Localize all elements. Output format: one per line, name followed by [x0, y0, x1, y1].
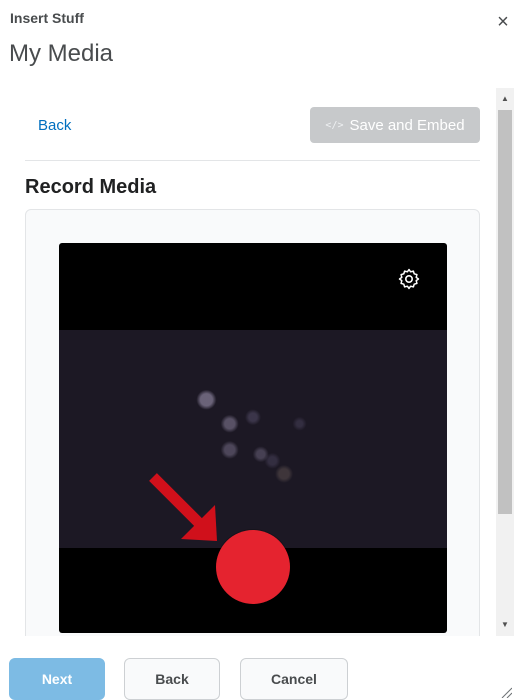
camera-feed: [59, 330, 447, 548]
close-icon[interactable]: ×: [493, 12, 513, 32]
record-button[interactable]: [216, 530, 290, 604]
scroll-thumb[interactable]: [498, 110, 512, 514]
save-and-embed-button[interactable]: </> Save and Embed: [310, 107, 480, 143]
recorder-card: [25, 209, 480, 636]
section-title: Record Media: [25, 176, 157, 198]
scrollbar[interactable]: ▲ ▼: [496, 88, 514, 636]
next-button[interactable]: Next: [9, 658, 105, 700]
content-inner: Back </> Save and Embed Record Media: [0, 88, 496, 636]
gear-icon[interactable]: [397, 267, 421, 291]
resize-grip-icon[interactable]: [500, 686, 512, 698]
dialog-header: Insert Stuff My Media ×: [0, 0, 514, 80]
content-frame: Back </> Save and Embed Record Media ▲ ▼: [0, 88, 514, 636]
back-button[interactable]: Back: [124, 658, 220, 700]
dialog-subtitle: Insert Stuff: [10, 10, 84, 26]
back-link[interactable]: Back: [38, 117, 71, 134]
divider: [25, 160, 480, 161]
scroll-up-arrow-icon[interactable]: ▲: [496, 88, 514, 110]
video-preview: [59, 243, 447, 633]
cancel-button[interactable]: Cancel: [240, 658, 348, 700]
dialog-footer: Next Back Cancel: [0, 650, 514, 700]
arrow-annotation-icon: [149, 473, 217, 541]
dialog-title: My Media: [9, 40, 114, 67]
save-and-embed-label: Save and Embed: [349, 116, 465, 134]
scroll-down-arrow-icon[interactable]: ▼: [496, 614, 514, 636]
code-icon: </>: [325, 119, 344, 131]
